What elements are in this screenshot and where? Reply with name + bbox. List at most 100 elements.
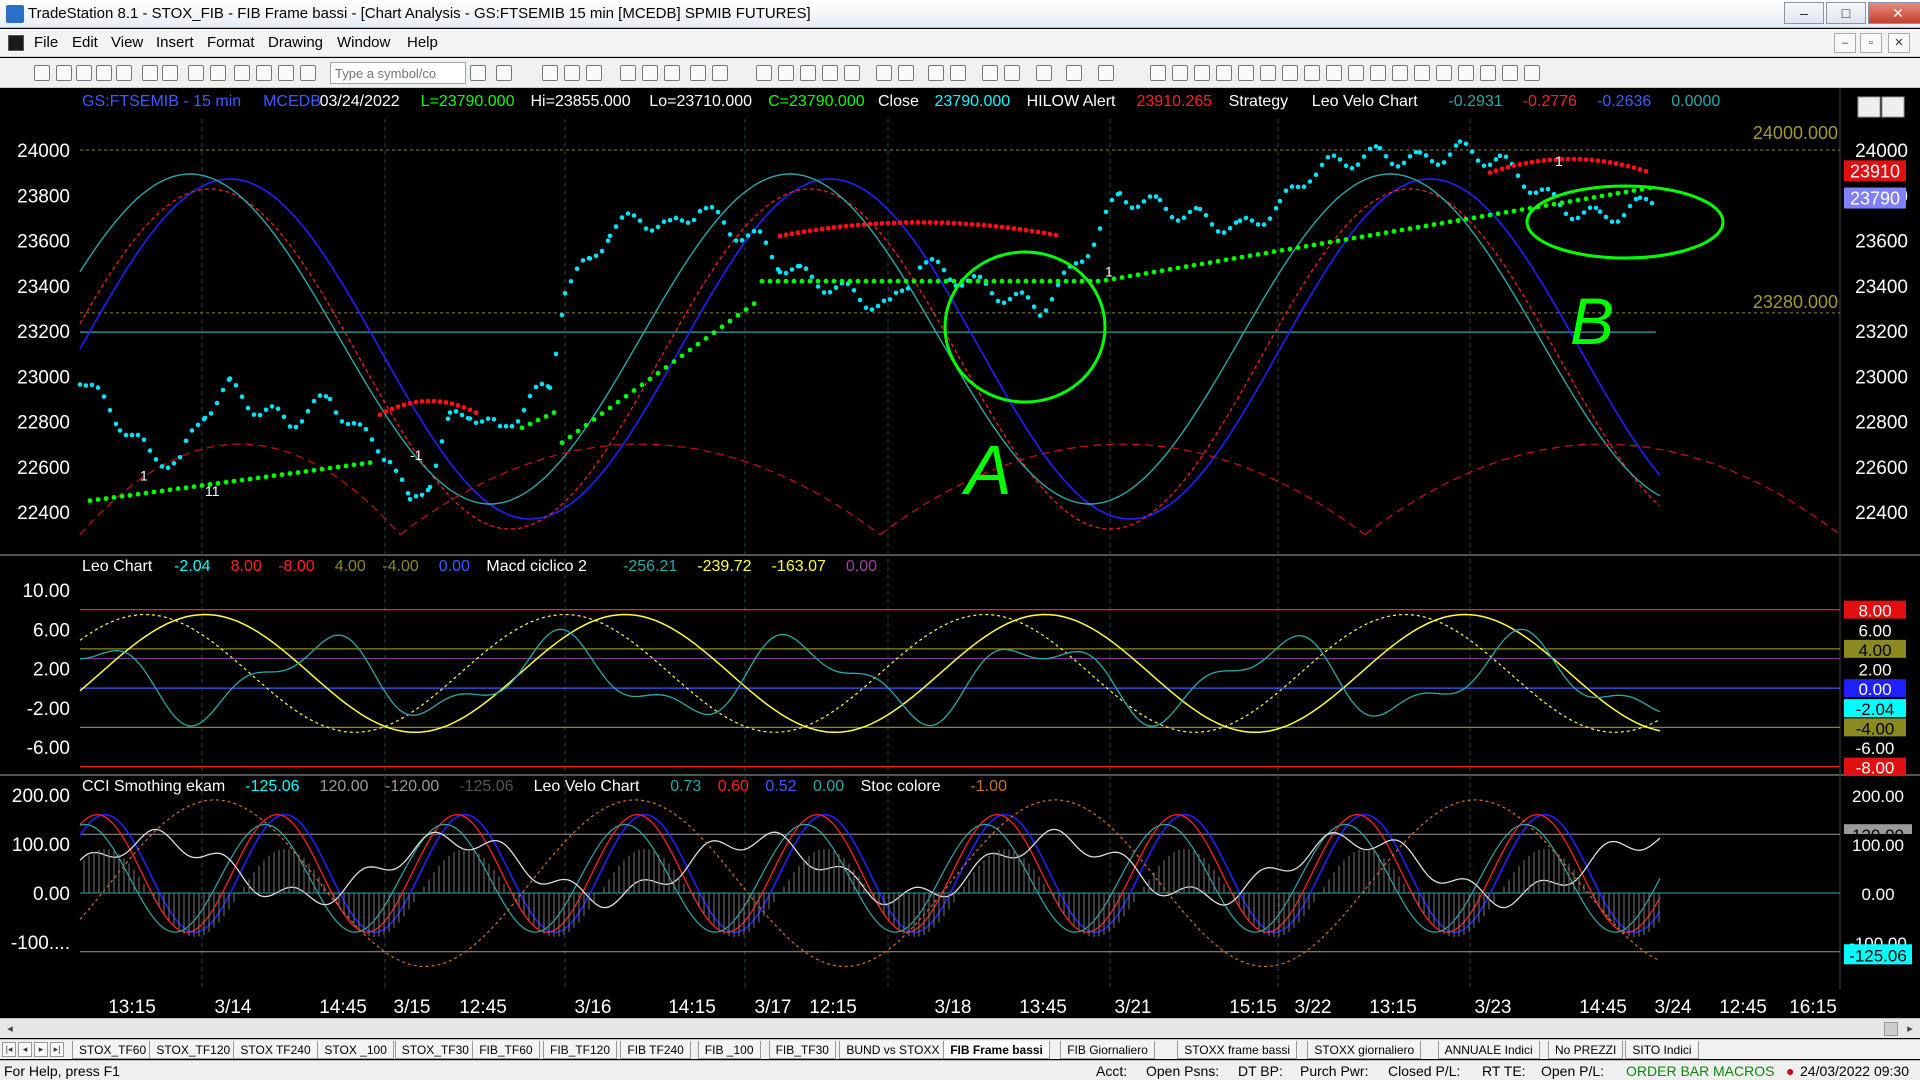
menu-drawing[interactable]: Drawing [268, 34, 323, 51]
tab-bund-vs-stoxx[interactable]: BUND vs STOXX [839, 1041, 947, 1059]
tab-annuale-indici[interactable]: ANNUALE Indici [1437, 1041, 1540, 1059]
tab-stox-tf60[interactable]: STOX_TF60 [72, 1041, 154, 1059]
tab-stoxx-frame-bassi[interactable]: STOXX frame bassi [1177, 1041, 1298, 1059]
tab-stoxx-giornaliero[interactable]: STOXX giornaliero [1307, 1041, 1422, 1059]
arrow-up-icon[interactable] [1414, 65, 1430, 81]
order-bar-button[interactable]: ORDER BAR [1626, 1063, 1709, 1079]
tab-first-icon[interactable]: |◂ [2, 1042, 16, 1057]
mdi-restore-button[interactable]: ▫ [1860, 33, 1882, 53]
hammer-icon[interactable] [1036, 65, 1052, 81]
insert-indicator-icon[interactable] [664, 65, 680, 81]
text-icon[interactable] [1524, 65, 1540, 81]
zoom-in-icon[interactable] [928, 65, 944, 81]
mdi-minimize-button[interactable]: – [1834, 33, 1856, 53]
menu-edit[interactable]: Edit [72, 34, 98, 51]
tab-fib-100[interactable]: FIB _100 [697, 1041, 761, 1059]
bar-chart-icon[interactable] [542, 65, 558, 81]
scroll-right-icon[interactable] [898, 65, 914, 81]
tab-stox-tf120[interactable]: STOX_TF120 [149, 1041, 238, 1059]
horizontal-lines-icon[interactable] [1194, 65, 1210, 81]
tab-sito-indici[interactable]: SITO Indici [1625, 1041, 1699, 1059]
tab-fib-tf60[interactable]: FIB_TF60 [472, 1041, 540, 1059]
tab-fib-tf240[interactable]: FIB TF240 [620, 1041, 691, 1059]
tab-last-icon[interactable]: ▸| [50, 1042, 64, 1057]
settings-icon[interactable] [300, 65, 316, 81]
tab-fib-tf30[interactable]: FIB_TF30 [768, 1041, 836, 1059]
trendline-icon[interactable] [1150, 65, 1166, 81]
minimize-button[interactable]: – [1784, 2, 1824, 24]
line-chart-icon[interactable] [620, 65, 636, 81]
scroll-thumb[interactable] [1884, 1022, 1898, 1036]
format-symbol-icon[interactable] [690, 65, 706, 81]
tab-stox-tf240[interactable]: STOX TF240 [233, 1041, 318, 1059]
grid-icon[interactable] [586, 65, 602, 81]
chart-canvas[interactable]: 111-111 AB GS:FTSEMIB - 15 min MCEDB03/24… [0, 89, 1920, 1019]
chart-style-icon[interactable] [642, 65, 658, 81]
scroll-right-arrow-icon[interactable]: ▸ [1902, 1021, 1918, 1037]
arc-icon[interactable] [1370, 65, 1386, 81]
lock-icon[interactable] [234, 65, 250, 81]
open-icon[interactable] [56, 65, 72, 81]
zoom-out-icon[interactable] [950, 65, 966, 81]
menu-insert[interactable]: Insert [156, 34, 194, 51]
tab-no-prezzi[interactable]: No PREZZI [1548, 1041, 1624, 1059]
vertical-lines-icon[interactable] [1172, 65, 1188, 81]
ellipse-icon[interactable] [1480, 65, 1496, 81]
tab-stox-tf30[interactable]: STOX_TF30 [394, 1041, 476, 1059]
open-workspace-icon[interactable] [76, 65, 92, 81]
menu-file[interactable]: File [34, 34, 58, 51]
tool-icon[interactable] [1066, 65, 1082, 81]
macros-button[interactable]: MACROS [1713, 1063, 1774, 1079]
fib-time-icon[interactable] [1282, 65, 1298, 81]
chart-window-icon[interactable] [8, 35, 24, 51]
radar-icon[interactable] [278, 65, 294, 81]
rectangle-icon[interactable] [1502, 65, 1518, 81]
print-icon[interactable] [162, 65, 178, 81]
go-arrow-icon[interactable] [470, 65, 486, 81]
gann-icon[interactable] [1304, 65, 1320, 81]
fan-icon[interactable] [1238, 65, 1254, 81]
symbol-input[interactable] [330, 62, 466, 84]
drawing-tool-icon[interactable] [712, 65, 728, 81]
tab-fib-frame-bassi[interactable]: FIB Frame bassi [943, 1041, 1050, 1059]
lookup-icon[interactable] [496, 65, 512, 81]
matrix-icon[interactable] [800, 65, 816, 81]
horizontal-scrollbar[interactable]: ◂ ▸ [0, 1018, 1920, 1038]
tab-fib-tf120[interactable]: FIB_TF120 [543, 1041, 618, 1059]
radarscreen-icon[interactable] [844, 65, 860, 81]
window-icon[interactable] [210, 65, 226, 81]
new-icon[interactable] [34, 65, 50, 81]
menu-format[interactable]: Format [207, 34, 255, 51]
fib-retracement-icon[interactable] [1260, 65, 1276, 81]
pointer-icon[interactable] [982, 65, 998, 81]
menu-view[interactable]: View [111, 34, 143, 51]
scanner-icon[interactable] [756, 65, 772, 81]
menu-help[interactable]: Help [407, 34, 438, 51]
format-drawing-icon[interactable] [1098, 65, 1114, 81]
print-preview-icon[interactable] [188, 65, 204, 81]
channel-icon[interactable] [1216, 65, 1232, 81]
table-icon[interactable] [564, 65, 580, 81]
arrow-up-blue-icon[interactable] [1458, 65, 1474, 81]
arrow-down-icon[interactable] [1436, 65, 1452, 81]
menu-window[interactable]: Window [337, 34, 390, 51]
pencil-icon[interactable] [1392, 65, 1408, 81]
save-workspace-icon[interactable] [142, 65, 158, 81]
optionstation-icon[interactable] [822, 65, 838, 81]
speed-lines-icon[interactable] [1348, 65, 1364, 81]
close-button[interactable]: ✕ [1868, 2, 1920, 24]
scroll-left-arrow-icon[interactable]: ◂ [2, 1021, 18, 1037]
tab-prev-icon[interactable]: ◂ [18, 1042, 32, 1057]
save-icon[interactable] [116, 65, 132, 81]
panel-minimize-button[interactable] [1857, 96, 1881, 118]
news-icon[interactable] [778, 65, 794, 81]
tab-fib-giornaliero[interactable]: FIB Giornaliero [1060, 1041, 1155, 1059]
arrow-lr-icon[interactable] [1326, 65, 1342, 81]
chart-analysis-window[interactable]: 1 11 -1 1 1 AB GS:FTSEMIB - 15 min MCEDB 03/24… [0, 89, 1920, 1027]
mdi-close-button[interactable]: ✕ [1888, 33, 1910, 53]
scroll-left-icon[interactable] [876, 65, 892, 81]
tab-next-icon[interactable]: ▸ [34, 1042, 48, 1057]
panel-restore-button[interactable] [1881, 96, 1905, 118]
maximize-button[interactable]: □ [1826, 2, 1866, 24]
tab-stox-100[interactable]: STOX _100 [317, 1041, 394, 1059]
